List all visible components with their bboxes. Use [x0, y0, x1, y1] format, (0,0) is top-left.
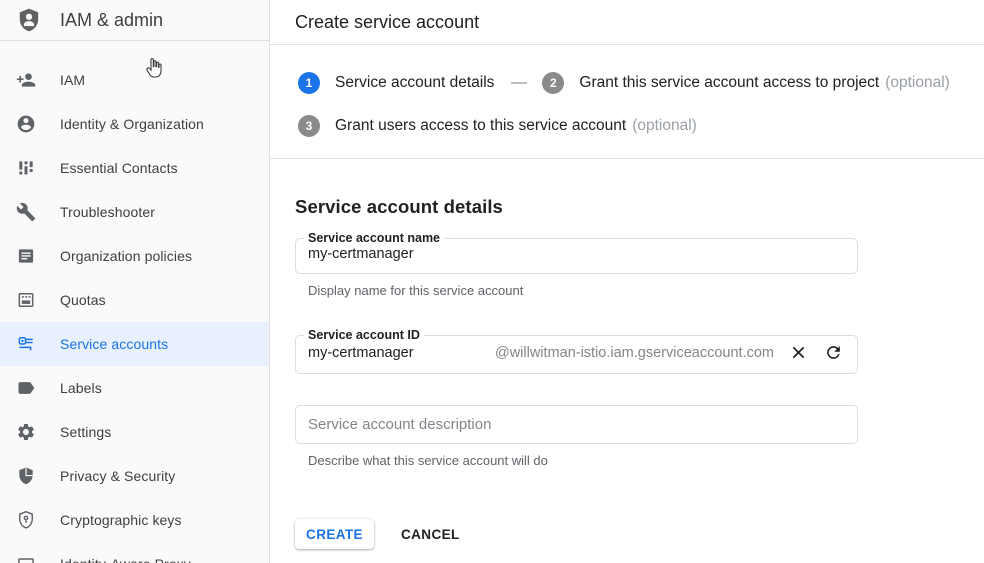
- description-field-wrap: [295, 405, 858, 444]
- sidebar-item-label: Labels: [60, 380, 102, 396]
- sidebar-item-iam[interactable]: IAM: [0, 58, 269, 102]
- sidebar-item-troubleshooter[interactable]: Troubleshooter: [0, 190, 269, 234]
- form-actions: CREATE CANCEL: [295, 519, 858, 549]
- quotas-icon: [16, 290, 36, 310]
- name-helper-text: Display name for this service account: [308, 283, 858, 298]
- clear-icon[interactable]: [789, 343, 808, 362]
- policy-document-icon: [16, 246, 36, 266]
- sidebar-item-label: Identity-Aware Proxy: [60, 556, 191, 563]
- step-2-optional: (optional): [885, 74, 950, 92]
- label-tag-icon: [16, 378, 36, 398]
- service-account-name-field[interactable]: Service account name my-certmanager: [295, 231, 858, 274]
- contacts-bars-icon: [16, 158, 36, 178]
- sidebar-title: IAM & admin: [60, 10, 163, 31]
- sidebar-item-essential-contacts[interactable]: Essential Contacts: [0, 146, 269, 190]
- app-window: IAM & admin IAM Identity & Organization: [0, 0, 984, 563]
- step-connector: [511, 82, 527, 84]
- sidebar-item-label: Essential Contacts: [60, 160, 178, 176]
- sidebar-header: IAM & admin: [0, 0, 269, 41]
- person-add-icon: [16, 70, 36, 90]
- sidebar-nav: IAM Identity & Organization Essential Co…: [0, 41, 269, 563]
- sidebar-item-label: Cryptographic keys: [60, 512, 182, 528]
- sidebar-item-cryptographic-keys[interactable]: Cryptographic keys: [0, 498, 269, 542]
- service-account-form: Service account name my-certmanager Disp…: [295, 231, 858, 549]
- create-button[interactable]: CREATE: [295, 519, 374, 549]
- description-helper-text: Describe what this service account will …: [308, 453, 858, 468]
- sidebar-item-label: Settings: [60, 424, 111, 440]
- sidebar-item-quotas[interactable]: Quotas: [0, 278, 269, 322]
- robot-icon: [16, 334, 36, 354]
- sidebar-item-identity-aware-proxy[interactable]: Identity-Aware Proxy: [0, 542, 269, 563]
- stepper: 1 Service account details 2 Grant this s…: [270, 45, 984, 137]
- stepper-row-1: 1 Service account details 2 Grant this s…: [298, 72, 964, 94]
- step-2-label: Grant this service account access to pro…: [579, 74, 879, 92]
- step-3-optional: (optional): [632, 117, 697, 135]
- shield-icon: [16, 466, 36, 486]
- sidebar-item-label: Identity & Organization: [60, 116, 204, 132]
- service-account-id-label: Service account ID: [304, 328, 424, 342]
- service-account-id-row: my-certmanager @willwitman-istio.iam.gse…: [308, 343, 845, 362]
- refresh-icon[interactable]: [824, 343, 843, 362]
- step-1-label: Service account details: [335, 74, 494, 92]
- proxy-icon: [16, 554, 36, 563]
- sidebar-item-label: Privacy & Security: [60, 468, 175, 484]
- wrench-icon: [16, 202, 36, 222]
- service-account-id-suffix: @willwitman-istio.iam.gserviceaccount.co…: [495, 345, 774, 361]
- service-account-description-input[interactable]: [295, 405, 858, 444]
- service-account-id-field[interactable]: Service account ID my-certmanager @willw…: [295, 328, 858, 374]
- service-account-name-label: Service account name: [304, 231, 444, 245]
- sidebar-item-label: Troubleshooter: [60, 204, 155, 220]
- sidebar-item-settings[interactable]: Settings: [0, 410, 269, 454]
- cancel-button[interactable]: CANCEL: [401, 527, 460, 542]
- step-2-circle: 2: [542, 72, 564, 94]
- sidebar-item-label: Service accounts: [60, 336, 168, 352]
- key-shield-icon: [16, 510, 36, 530]
- main-panel: Create service account 1 Service account…: [270, 0, 984, 563]
- step-3-label: Grant users access to this service accou…: [335, 117, 626, 135]
- gear-icon: [16, 422, 36, 442]
- sidebar-item-privacy-security[interactable]: Privacy & Security: [0, 454, 269, 498]
- sidebar-item-organization-policies[interactable]: Organization policies: [0, 234, 269, 278]
- sidebar-item-label: Quotas: [60, 292, 106, 308]
- sidebar-item-labels[interactable]: Labels: [0, 366, 269, 410]
- service-account-id-value[interactable]: my-certmanager: [308, 345, 414, 361]
- identity-person-icon: [16, 114, 36, 134]
- stepper-row-2: 3 Grant users access to this service acc…: [298, 115, 964, 137]
- sidebar-item-label: Organization policies: [60, 248, 192, 264]
- sidebar-item-label: IAM: [60, 72, 85, 88]
- step-3-circle: 3: [298, 115, 320, 137]
- sidebar: IAM & admin IAM Identity & Organization: [0, 0, 270, 563]
- sidebar-item-service-accounts[interactable]: Service accounts: [0, 322, 269, 366]
- page-title: Create service account: [270, 12, 479, 33]
- section-title: Service account details: [295, 196, 984, 218]
- main-header: Create service account: [270, 0, 984, 45]
- iam-admin-shield-icon: [16, 7, 42, 33]
- step-1-circle: 1: [298, 72, 320, 94]
- sidebar-item-identity-organization[interactable]: Identity & Organization: [0, 102, 269, 146]
- service-account-name-value[interactable]: my-certmanager: [308, 246, 845, 262]
- form-content: Service account details Service account …: [270, 159, 984, 549]
